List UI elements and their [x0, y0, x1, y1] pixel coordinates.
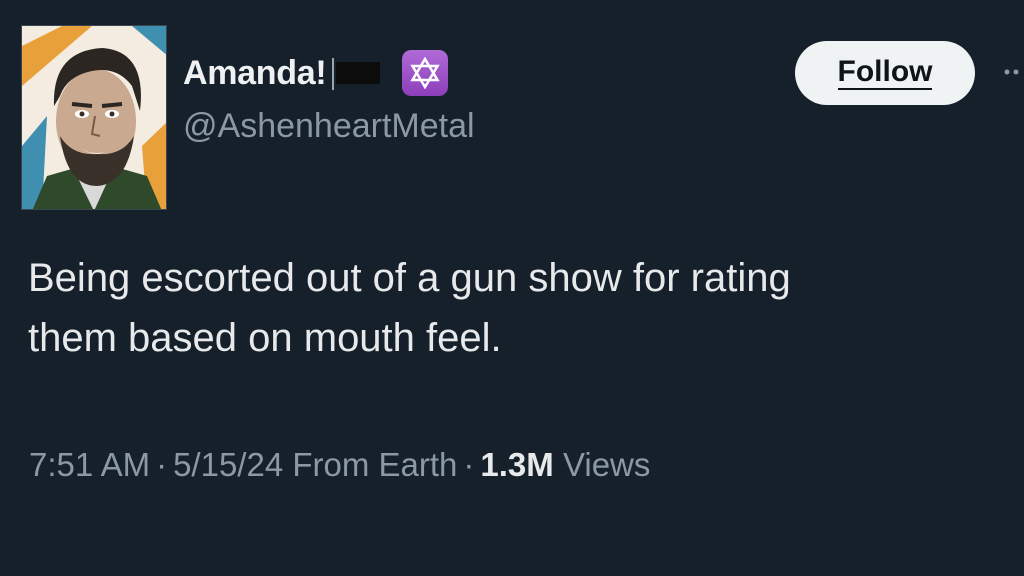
tweet-time[interactable]: 7:51 AM — [29, 446, 150, 483]
separator: · — [156, 446, 168, 483]
avatar-portrait-image — [22, 26, 166, 209]
follow-button[interactable]: Follow — [795, 41, 975, 105]
separator: · — [463, 446, 475, 483]
display-name[interactable]: Amanda! — [183, 54, 327, 93]
views-label: Views — [562, 446, 651, 483]
follow-button-label: Follow — [837, 55, 933, 90]
black-flag-icon — [330, 56, 386, 90]
tweet-card: Amanda! @AshenheartMetal Follow Being es… — [0, 0, 1024, 576]
tweet-text: Being escorted out of a gun show for rat… — [28, 248, 1008, 368]
tweet-date[interactable]: 5/15/24 — [173, 446, 283, 483]
avatar[interactable] — [21, 25, 167, 210]
display-name-row: Amanda! — [183, 50, 449, 96]
user-handle[interactable]: @AshenheartMetal — [183, 107, 475, 146]
tweet-metadata: 7:51 AM · 5/15/24 From Earth · 1.3M Views — [29, 446, 650, 484]
tweet-location: From Earth — [292, 446, 458, 483]
more-options-icon[interactable] — [1003, 62, 1024, 82]
star-of-david-icon — [402, 50, 449, 96]
tweet-text-line: Being escorted out of a gun show for rat… — [28, 256, 791, 300]
tweet-text-line: them based on mouth feel. — [28, 316, 502, 360]
views-count[interactable]: 1.3M — [480, 446, 553, 483]
